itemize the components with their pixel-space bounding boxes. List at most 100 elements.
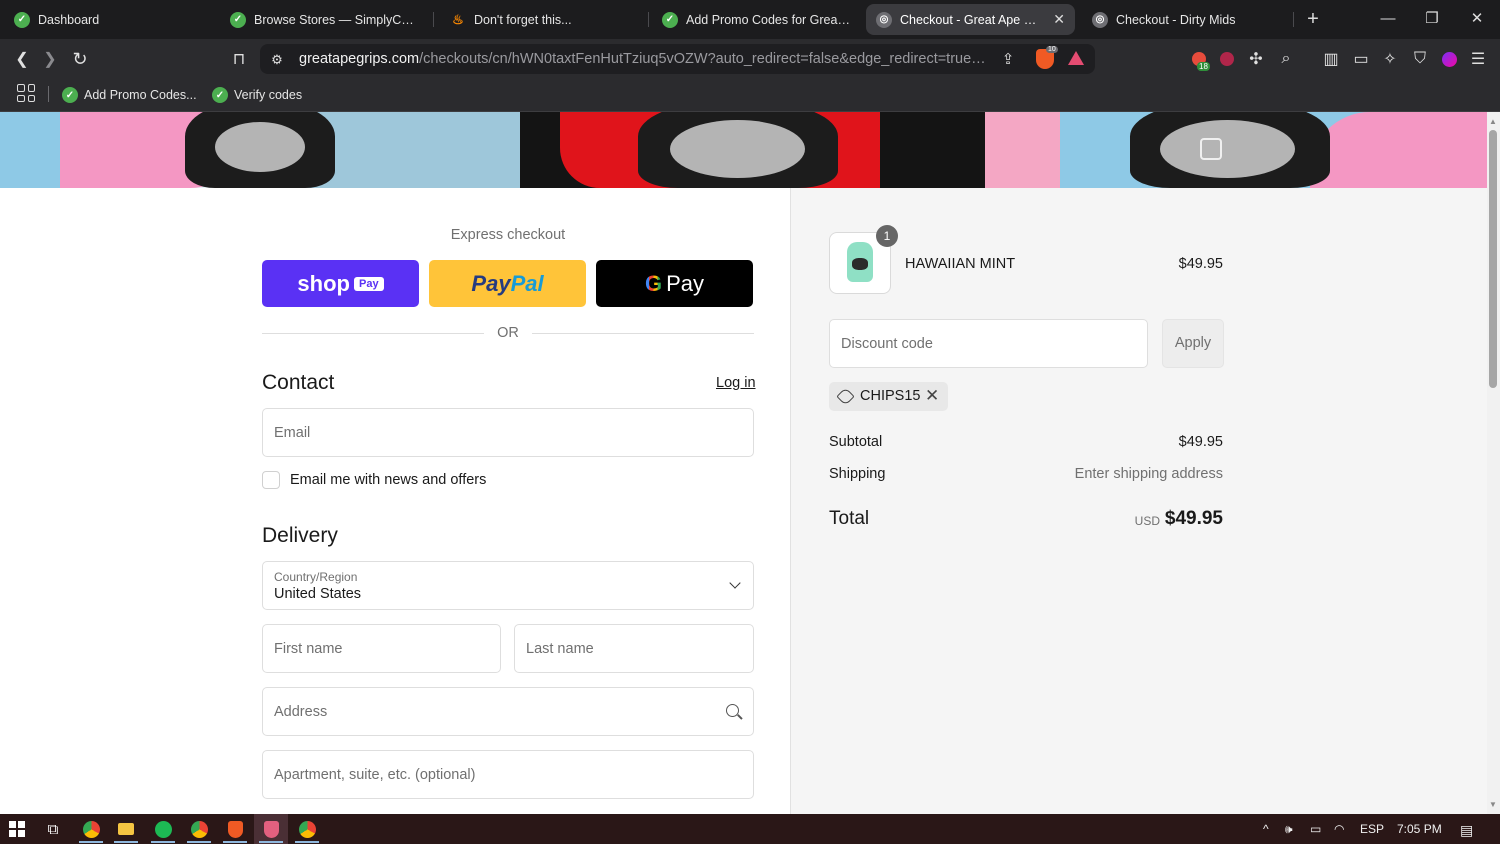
brave-beta-icon[interactable] bbox=[260, 818, 282, 840]
bookmark-icon[interactable]: ⊓ bbox=[228, 48, 250, 70]
banner-segment bbox=[880, 112, 1000, 188]
apartment-placeholder: Apartment, suite, etc. (optional) bbox=[274, 766, 476, 783]
globe-icon: ◎ bbox=[876, 11, 892, 28]
share-icon[interactable]: ⇪ bbox=[997, 48, 1019, 70]
reload-icon[interactable]: ↻ bbox=[69, 48, 91, 70]
scrollbar-thumb[interactable] bbox=[1489, 130, 1497, 388]
product-price: $49.95 bbox=[1178, 256, 1223, 272]
back-icon[interactable]: ❮ bbox=[11, 48, 33, 70]
url-path: /checkouts/cn/hWN0taxtFenHutTziuq5vOZW?a… bbox=[419, 51, 989, 67]
running-indicator bbox=[79, 841, 103, 843]
new-tab-button[interactable]: + bbox=[1302, 7, 1324, 31]
clock[interactable]: 7:05 PM bbox=[1397, 822, 1442, 836]
bookmark-verify-codes[interactable]: ✓ Verify codes bbox=[212, 85, 302, 105]
tab-title: Dashboard bbox=[38, 12, 100, 27]
delivery-heading: Delivery bbox=[262, 524, 338, 547]
gpay-wordmark: Pay bbox=[666, 270, 705, 296]
simplycodes-icon: ✓ bbox=[662, 11, 678, 28]
language-indicator[interactable]: ESP bbox=[1360, 822, 1384, 836]
simplycodes-icon: ✓ bbox=[230, 11, 246, 28]
chrome-profile-icon[interactable] bbox=[188, 818, 210, 840]
page-search-icon[interactable]: ⌕ bbox=[1275, 48, 1297, 70]
forward-icon[interactable]: ❯ bbox=[39, 48, 61, 70]
last-name-field[interactable]: Last name bbox=[514, 624, 754, 673]
apps-grid-icon[interactable] bbox=[17, 84, 35, 102]
sidebar-icon[interactable]: ▥ bbox=[1320, 48, 1342, 70]
apply-discount-button[interactable]: Apply bbox=[1162, 319, 1224, 368]
file-explorer-icon[interactable] bbox=[115, 818, 137, 840]
running-indicator bbox=[151, 841, 175, 843]
extension-badge: 18 bbox=[1197, 62, 1210, 71]
or-divider-text: OR bbox=[497, 325, 519, 341]
profile-icon[interactable] bbox=[1438, 48, 1460, 70]
scroll-up-icon[interactable]: ▲ bbox=[1489, 118, 1497, 126]
country-value: United States bbox=[274, 586, 362, 602]
shop-pay-button[interactable]: shop Pay bbox=[262, 260, 419, 307]
product-name: HAWAIIAN MINT bbox=[905, 256, 1016, 272]
discount-placeholder: Discount code bbox=[841, 336, 933, 352]
chrome-alt-icon[interactable] bbox=[296, 818, 318, 840]
divider bbox=[532, 333, 754, 334]
bookmark-separator bbox=[48, 86, 49, 102]
vpn-icon[interactable]: ⛉ bbox=[1409, 48, 1431, 70]
hero-banner bbox=[0, 112, 1487, 188]
extensions-puzzle-icon[interactable]: ✣ bbox=[1245, 48, 1267, 70]
close-window-icon[interactable]: ✕ bbox=[1466, 8, 1488, 30]
notifications-icon[interactable]: ▤ bbox=[1460, 822, 1473, 839]
cart-bag-icon[interactable] bbox=[1200, 138, 1222, 160]
windows-start-icon[interactable] bbox=[6, 818, 28, 840]
product-image bbox=[852, 258, 868, 270]
chrome-icon[interactable] bbox=[80, 818, 102, 840]
scroll-down-icon[interactable]: ▼ bbox=[1489, 801, 1497, 809]
shields-count: 10 bbox=[1046, 46, 1058, 53]
apartment-field[interactable]: Apartment, suite, etc. (optional) bbox=[262, 750, 754, 799]
first-name-field[interactable]: First name bbox=[262, 624, 501, 673]
bookmark-add-promo-codes[interactable]: ✓ Add Promo Codes... bbox=[62, 85, 197, 105]
tab-separator bbox=[1293, 12, 1294, 27]
task-view-icon[interactable]: ⧉ bbox=[42, 818, 64, 840]
email-field[interactable]: Email bbox=[262, 408, 754, 457]
express-checkout-title: Express checkout bbox=[450, 227, 566, 243]
paypal-wordmark-pay: Pay bbox=[471, 270, 511, 296]
email-offers-checkbox[interactable] bbox=[262, 471, 280, 489]
running-indicator bbox=[114, 841, 138, 843]
brave-rewards-icon[interactable] bbox=[1068, 51, 1084, 65]
gorilla-graphic bbox=[1160, 120, 1295, 178]
url-text[interactable]: greatapegrips.com/checkouts/cn/hWN0taxtF… bbox=[299, 51, 989, 67]
battery-icon[interactable]: ▭ bbox=[1310, 822, 1321, 836]
ublock-icon[interactable] bbox=[1216, 48, 1238, 70]
tab-title: Checkout - Dirty Mids bbox=[1116, 12, 1236, 27]
country-select[interactable]: Country/Region United States bbox=[262, 561, 754, 610]
tab-dont-forget[interactable]: ♨ Don't forget this... bbox=[440, 4, 640, 35]
simplycodes-icon: ✓ bbox=[212, 87, 228, 103]
email-placeholder: Email bbox=[274, 424, 311, 441]
wallet-icon[interactable]: ▭ bbox=[1350, 48, 1372, 70]
tab-dashboard[interactable]: ✓ Dashboard bbox=[4, 4, 204, 35]
tab-add-promo-codes[interactable]: ✓ Add Promo Codes for Great Ape bbox=[652, 4, 860, 35]
total-value: $49.95 bbox=[1164, 508, 1223, 529]
menu-icon[interactable]: ☰ bbox=[1467, 48, 1489, 70]
globe-icon: ◎ bbox=[1092, 11, 1108, 28]
divider bbox=[262, 333, 484, 334]
tab-checkout-great-ape-grips[interactable]: ◎ Checkout - Great Ape Grips ✕ bbox=[866, 4, 1075, 35]
log-in-link[interactable]: Log in bbox=[716, 375, 756, 391]
leo-ai-icon[interactable]: ✧ bbox=[1379, 48, 1401, 70]
show-hidden-icons[interactable]: ^ bbox=[1263, 822, 1269, 836]
spotify-icon[interactable] bbox=[152, 818, 174, 840]
volume-icon[interactable]: 🕪 bbox=[1285, 822, 1293, 837]
tab-browse-stores[interactable]: ✓ Browse Stores — SimplyCodes bbox=[220, 4, 425, 35]
brave-icon[interactable] bbox=[224, 818, 246, 840]
tab-title: Add Promo Codes for Great Ape bbox=[686, 12, 850, 27]
discount-code-field[interactable]: Discount code bbox=[829, 319, 1148, 368]
address-field[interactable]: Address bbox=[262, 687, 754, 736]
wifi-icon[interactable]: ◠ bbox=[1334, 822, 1344, 836]
restore-icon[interactable]: ❐ bbox=[1421, 8, 1443, 30]
remove-discount-icon[interactable]: ✕ bbox=[925, 386, 939, 406]
address-placeholder: Address bbox=[274, 703, 328, 720]
site-settings-icon[interactable]: ⚙ bbox=[266, 49, 288, 71]
paypal-button[interactable]: Pay Pal bbox=[429, 260, 586, 307]
tab-checkout-dirty-mids[interactable]: ◎ Checkout - Dirty Mids bbox=[1082, 4, 1282, 35]
close-tab-icon[interactable]: ✕ bbox=[1053, 11, 1065, 28]
google-pay-button[interactable]: G Pay bbox=[596, 260, 753, 307]
minimize-icon[interactable]: — bbox=[1377, 8, 1399, 30]
